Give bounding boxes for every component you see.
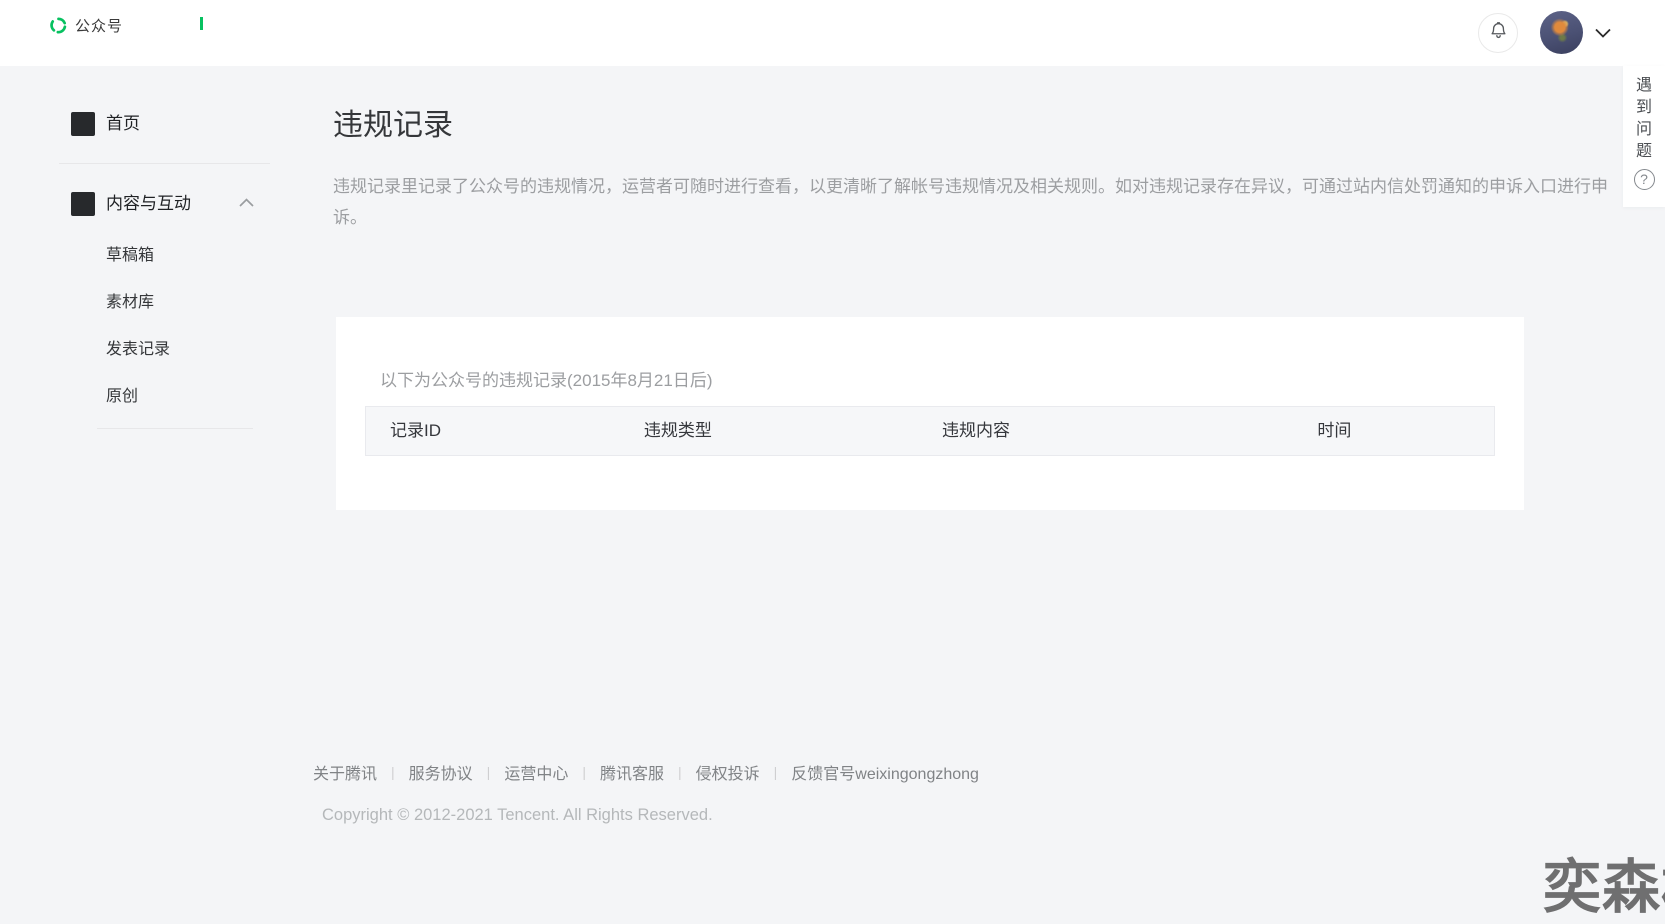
footer-links: 关于腾讯 | 服务协议 | 运营中心 | 腾讯客服 | 侵权投诉 | 反馈官号w… bbox=[313, 760, 979, 784]
chevron-up-icon[interactable] bbox=[238, 196, 255, 208]
column-header-record-id: 记录ID bbox=[390, 407, 644, 455]
chevron-down-icon[interactable] bbox=[1593, 26, 1613, 40]
brand[interactable]: 公众号 bbox=[49, 15, 123, 36]
footer-separator: | bbox=[391, 764, 395, 780]
home-icon bbox=[71, 112, 95, 136]
mp-logo-icon bbox=[49, 16, 68, 35]
records-table-header: 记录ID 违规类型 违规内容 时间 bbox=[365, 406, 1495, 456]
content-section-icon bbox=[71, 192, 95, 216]
copyright-text: Copyright © 2012-2021 Tencent. All Right… bbox=[322, 806, 713, 825]
sidebar-divider bbox=[59, 163, 270, 164]
footer-separator: | bbox=[678, 764, 682, 780]
records-caption: 以下为公众号的违规记录(2015年8月21日后) bbox=[380, 366, 713, 391]
sidebar-divider bbox=[97, 428, 253, 429]
footer-link-about-tencent[interactable]: 关于腾讯 bbox=[313, 760, 377, 784]
footer-link-operation-center[interactable]: 运营中心 bbox=[504, 760, 568, 784]
bell-icon bbox=[1488, 20, 1509, 46]
footer-link-infringement-complaint[interactable]: 侵权投诉 bbox=[696, 760, 760, 784]
footer-separator: | bbox=[582, 764, 586, 780]
footer-link-feedback-account[interactable]: 反馈官号weixingongzhong bbox=[791, 760, 979, 784]
green-indicator-mark bbox=[200, 17, 203, 30]
column-header-violation-content: 违规内容 bbox=[942, 407, 1317, 455]
sidebar-item-publish-records[interactable]: 发表记录 bbox=[106, 338, 170, 362]
avatar[interactable] bbox=[1540, 11, 1583, 54]
column-header-time: 时间 bbox=[1317, 407, 1494, 455]
brand-label: 公众号 bbox=[75, 15, 123, 36]
violation-records-card: 以下为公众号的违规记录(2015年8月21日后) 记录ID 违规类型 违规内容 … bbox=[336, 317, 1524, 510]
sidebar: 首页 内容与互动 草稿箱 素材库 发表记录 原创 bbox=[0, 66, 300, 881]
footer-separator: | bbox=[774, 764, 778, 780]
help-panel[interactable]: 遇到问题 ? bbox=[1623, 66, 1665, 207]
sidebar-item-original[interactable]: 原创 bbox=[106, 385, 138, 409]
column-header-violation-type: 违规类型 bbox=[644, 407, 942, 455]
sidebar-section-content-interaction[interactable]: 内容与互动 bbox=[106, 192, 191, 216]
sidebar-item-home[interactable]: 首页 bbox=[106, 112, 140, 136]
page-description: 违规记录里记录了公众号的违规情况，运营者可随时进行查看，以更清晰了解帐号违规情况… bbox=[333, 171, 1618, 233]
footer-separator: | bbox=[487, 764, 491, 780]
help-label: 遇到问题 bbox=[1636, 75, 1653, 163]
footer-link-tencent-service[interactable]: 腾讯客服 bbox=[600, 760, 664, 784]
question-mark-icon[interactable]: ? bbox=[1634, 169, 1655, 190]
notification-bell-button[interactable] bbox=[1478, 13, 1518, 53]
page-title: 违规记录 bbox=[333, 100, 453, 144]
sidebar-item-drafts[interactable]: 草稿箱 bbox=[106, 244, 154, 268]
footer-link-service-agreement[interactable]: 服务协议 bbox=[409, 760, 473, 784]
sidebar-item-material-library[interactable]: 素材库 bbox=[106, 291, 154, 315]
topbar: 公众号 bbox=[0, 0, 1665, 66]
watermark-text: 奕森格 bbox=[1543, 840, 1665, 924]
